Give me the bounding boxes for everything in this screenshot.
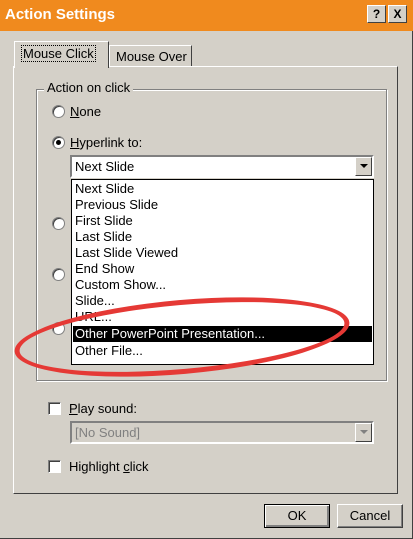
- dropdown-item-selected[interactable]: Other PowerPoint Presentation...: [73, 326, 372, 342]
- dropdown-item[interactable]: Previous Slide: [73, 197, 372, 213]
- dropdown-item[interactable]: First Slide: [73, 213, 372, 229]
- dropdown-item[interactable]: Other File...: [73, 343, 372, 359]
- dropdown-item[interactable]: Next Slide: [73, 181, 372, 197]
- ok-button[interactable]: OK: [264, 504, 330, 528]
- tab-mouse-over[interactable]: Mouse Over: [109, 45, 192, 67]
- dropdown-item[interactable]: Custom Show...: [73, 277, 372, 293]
- dropdown-item[interactable]: Last Slide Viewed: [73, 245, 372, 261]
- dropdown-item[interactable]: Slide...: [73, 293, 372, 309]
- window-title: Action Settings: [5, 6, 116, 23]
- tab-label: Mouse Over: [116, 49, 187, 64]
- action-settings-dialog: Action Settings ? X Mouse Click Mouse Ov…: [0, 0, 413, 539]
- tab-label: Mouse Click: [21, 45, 96, 62]
- tab-mouse-click[interactable]: Mouse Click: [14, 41, 109, 68]
- dropdown-item[interactable]: End Show: [73, 261, 372, 277]
- close-button[interactable]: X: [388, 5, 407, 23]
- hyperlink-dropdown-list[interactable]: Next Slide Previous Slide First Slide La…: [71, 179, 374, 365]
- dropdown-item[interactable]: URL...: [73, 309, 372, 325]
- dropdown-item[interactable]: Last Slide: [73, 229, 372, 245]
- help-button[interactable]: ?: [367, 5, 386, 23]
- cancel-button[interactable]: Cancel: [337, 504, 403, 528]
- title-bar[interactable]: Action Settings ? X: [0, 0, 413, 31]
